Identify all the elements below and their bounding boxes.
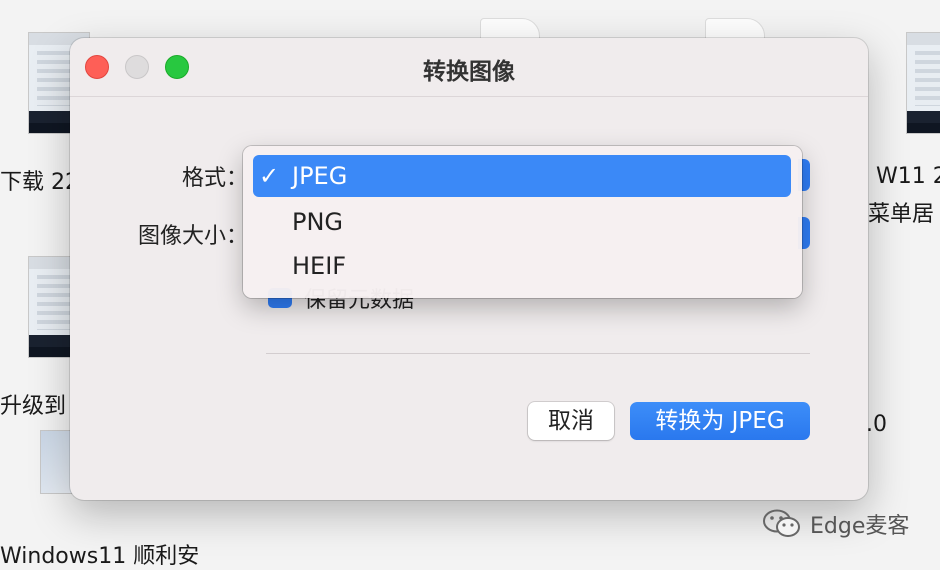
desktop-thumbnail[interactable] bbox=[906, 32, 940, 134]
menu-item-png[interactable]: PNG bbox=[253, 201, 791, 243]
separator bbox=[266, 353, 810, 354]
menu-item-jpeg[interactable]: ✓ JPEG bbox=[253, 155, 791, 197]
menu-item-heif[interactable]: HEIF bbox=[253, 245, 791, 287]
desktop-file-label[interactable]: Windows11 顺利安 bbox=[0, 538, 199, 570]
image-size-label: 图像大小： bbox=[137, 224, 248, 249]
desktop-file-label[interactable]: 菜单居 bbox=[868, 196, 934, 228]
format-dropdown-menu: ✓ JPEG PNG HEIF bbox=[243, 146, 802, 298]
watermark-text: Edge麦客 bbox=[810, 514, 910, 539]
format-label: 格式： bbox=[181, 166, 248, 191]
menu-item-label: JPEG bbox=[292, 162, 348, 190]
dialog-title: 转换图像 bbox=[423, 59, 515, 85]
watermark: Edge麦客 bbox=[762, 508, 909, 540]
cancel-button[interactable]: 取消 bbox=[528, 402, 614, 440]
desktop-file-label[interactable]: W11 2 bbox=[876, 164, 940, 189]
menu-item-label: PNG bbox=[292, 208, 344, 236]
wechat-icon bbox=[762, 508, 802, 540]
checkmark-icon: ✓ bbox=[259, 162, 280, 190]
dialog-titlebar[interactable]: 转换图像 bbox=[70, 38, 868, 97]
desktop-file-label[interactable]: 下载 22 bbox=[0, 164, 79, 196]
desktop-file-label[interactable]: .0 bbox=[866, 412, 887, 437]
menu-item-label: HEIF bbox=[292, 252, 347, 280]
convert-button[interactable]: 转换为 JPEG bbox=[630, 402, 810, 440]
